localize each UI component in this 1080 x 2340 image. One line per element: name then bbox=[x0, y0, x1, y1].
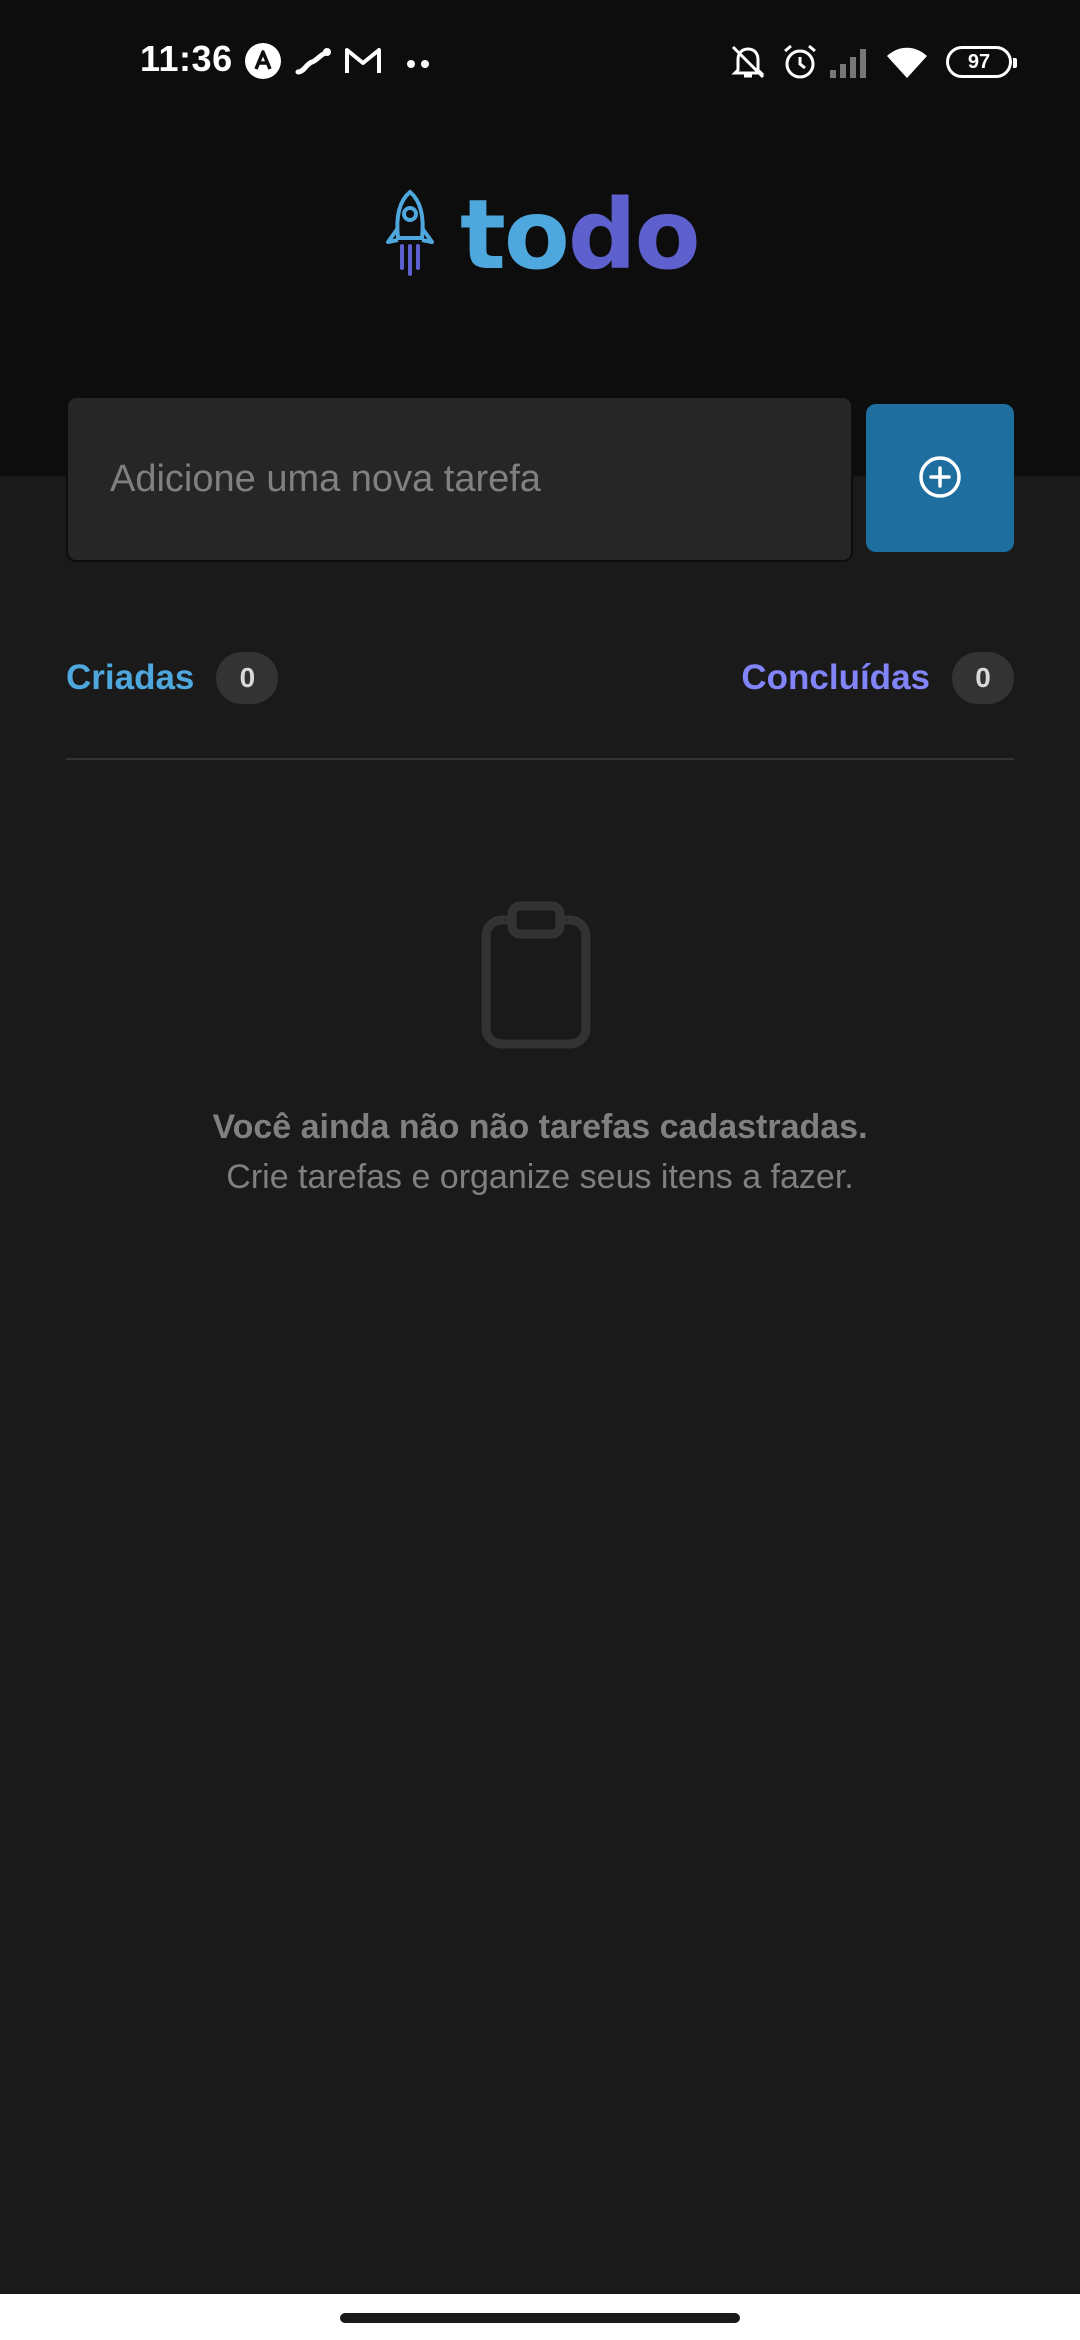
gmail-icon bbox=[344, 46, 382, 81]
divider bbox=[66, 758, 1014, 760]
signal-icon bbox=[828, 44, 872, 85]
done-count-badge: 0 bbox=[952, 652, 1014, 704]
created-label: Criadas bbox=[66, 658, 195, 697]
empty-state-subtitle: Crie tarefas e organize seus itens a faz… bbox=[226, 1158, 854, 1196]
empty-state-title: Você ainda não não tarefas cadastradas. bbox=[212, 1108, 868, 1146]
home-indicator[interactable] bbox=[340, 2313, 740, 2323]
clipboard-icon bbox=[476, 900, 596, 1055]
wifi-icon bbox=[884, 42, 930, 87]
done-label: Concluídas bbox=[741, 658, 930, 697]
created-counter: Criadas 0 bbox=[66, 650, 279, 706]
add-task-button[interactable] bbox=[866, 404, 1014, 552]
more-dots-icon bbox=[406, 56, 430, 74]
done-counter: Concluídas 0 bbox=[741, 650, 1014, 706]
a-badge-icon bbox=[244, 42, 282, 85]
new-task-input[interactable] bbox=[66, 396, 853, 562]
plus-circle-icon bbox=[918, 455, 962, 502]
notifications-off-icon bbox=[728, 42, 768, 87]
status-time: 11:36 bbox=[140, 38, 233, 79]
status-bar: 11:36 97 bbox=[0, 0, 1080, 124]
app-logo: todo bbox=[380, 179, 701, 291]
link-icon bbox=[294, 44, 332, 83]
created-count-badge: 0 bbox=[216, 652, 279, 704]
alarm-icon bbox=[780, 42, 820, 87]
rocket-icon bbox=[380, 188, 440, 283]
battery-icon: 97 bbox=[946, 46, 1017, 78]
logo-text: todo bbox=[460, 179, 701, 291]
